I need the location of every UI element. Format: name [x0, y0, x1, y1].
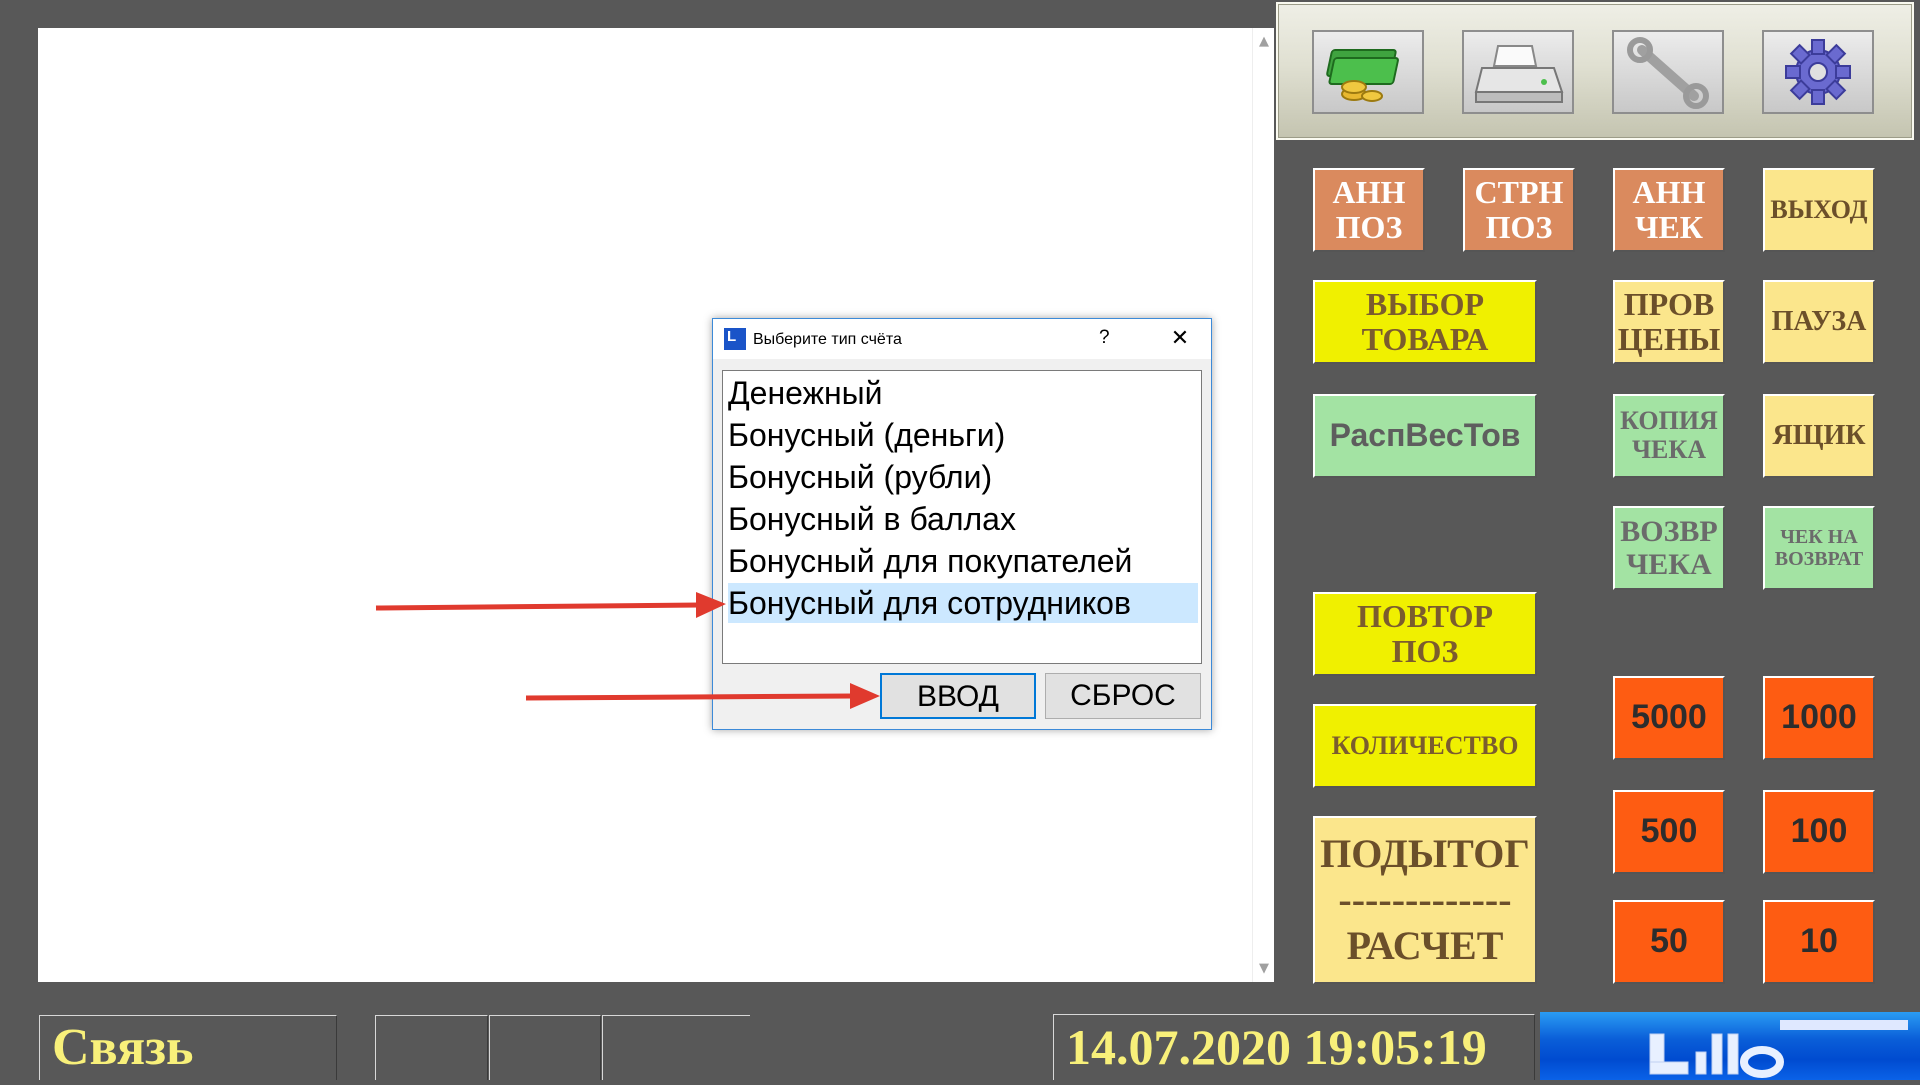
datetime-display: 14.07.2020 19:05:19: [1053, 1014, 1535, 1080]
arrow-to-enter-button-icon: [525, 683, 880, 709]
arrow-to-list-item-icon: [375, 592, 726, 618]
status-cell: [489, 1015, 601, 1080]
status-cell: [602, 1015, 750, 1080]
lilo-logo: [1540, 1012, 1920, 1080]
connection-status: Связь: [39, 1015, 337, 1080]
annotation-arrows: [375, 592, 880, 709]
datetime-label: 14.07.2020 19:05:19: [1066, 1019, 1487, 1075]
connection-label: Связь: [52, 1019, 194, 1076]
status-cell: [375, 1015, 488, 1080]
lilo-logo-icon: [1649, 1020, 1908, 1078]
